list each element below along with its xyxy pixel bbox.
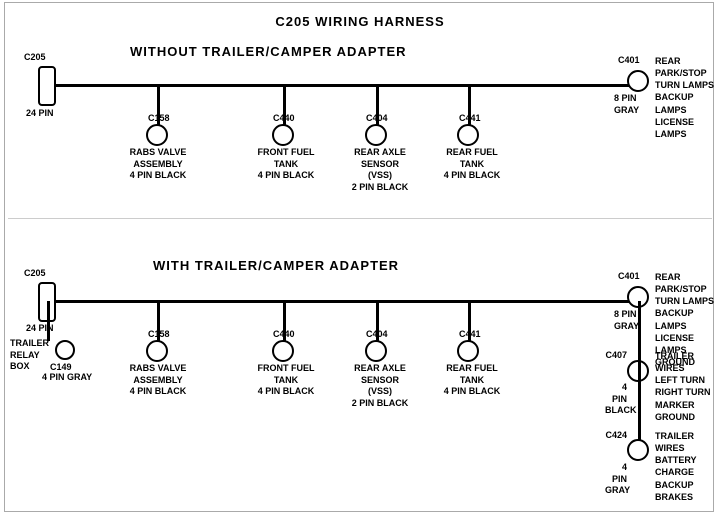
c407-id: C407 [605,350,627,362]
vline-c424 [638,360,641,440]
c158-circle-1 [146,124,168,146]
vline-relay [47,301,50,341]
c440-circle-2 [272,340,294,362]
c158-desc-2: RABS VALVEASSEMBLY4 PIN BLACK [126,363,190,398]
wire-line-1 [55,84,645,87]
c149-pin: 4 PIN GRAY [42,372,92,384]
c401-circle-1 [627,70,649,92]
c404-id-2: C404 [366,329,388,341]
section2-label: WITH TRAILER/CAMPER ADAPTER [153,258,399,273]
c441-desc-2: REAR FUELTANK4 PIN BLACK [440,363,504,398]
c205-label-1: C205 [24,52,46,64]
c401-pin-1: 8 PINGRAY [614,93,639,116]
c424-label: TRAILER WIRESBATTERY CHARGEBACKUPBRAKES [655,430,720,503]
vline-c407 [638,301,641,361]
c404-desc-1: REAR AXLESENSOR(VSS)2 PIN BLACK [348,147,412,194]
c205-rect-1 [38,66,56,106]
section1-label: WITHOUT TRAILER/CAMPER ADAPTER [130,44,407,59]
c158-desc-1: RABS VALVEASSEMBLY4 PIN BLACK [126,147,190,182]
c424-pin: 4 PINGRAY [605,462,627,497]
diagram-area: C205 WIRING HARNESS WITHOUT TRAILER/CAMP… [0,0,720,500]
c401-right-label-1: REAR PARK/STOPTURN LAMPSBACKUP LAMPSLICE… [655,55,720,140]
c440-id-1: C440 [273,113,295,125]
c441-circle-2 [457,340,479,362]
c441-id-1: C441 [459,113,481,125]
c401-label-2: C401 [618,271,640,283]
c158-id-1: C158 [148,113,170,125]
c440-circle-1 [272,124,294,146]
c407-label: TRAILER WIRESLEFT TURNRIGHT TURNMARKERGR… [655,350,720,423]
c205-label-2: C205 [24,268,46,280]
c404-circle-2 [365,340,387,362]
divider [8,218,712,219]
c404-circle-1 [365,124,387,146]
c440-id-2: C440 [273,329,295,341]
c149-circle [55,340,75,360]
c441-id-2: C441 [459,329,481,341]
c404-desc-2: REAR AXLESENSOR(VSS)2 PIN BLACK [348,363,412,410]
wire-line-2 [55,300,645,303]
c401-pin-2: 8 PINGRAY [614,309,639,332]
c158-circle-2 [146,340,168,362]
c401-label-1: C401 [618,55,640,67]
c205-pin-1: 24 PIN [26,108,54,120]
c441-circle-1 [457,124,479,146]
c440-desc-1: FRONT FUELTANK4 PIN BLACK [254,147,318,182]
c158-id-2: C158 [148,329,170,341]
c407-pin: 4 PINBLACK [605,382,627,417]
c404-id-1: C404 [366,113,388,125]
c424-id: C424 [605,430,627,442]
c441-desc-1: REAR FUELTANK4 PIN BLACK [440,147,504,182]
c424-circle [627,439,649,461]
c440-desc-2: FRONT FUELTANK4 PIN BLACK [254,363,318,398]
